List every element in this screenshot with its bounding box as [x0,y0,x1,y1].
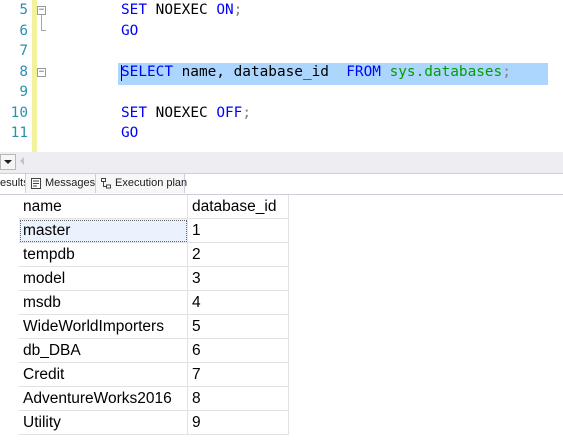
result-tabs: esults Messages Execution plan [0,174,563,195]
line-number: 6 [19,22,28,39]
line-number: 11 [10,125,28,141]
outline-guide [41,13,46,31]
grid-cell-database-id[interactable]: 8 [188,387,289,411]
grid-cell-database-id[interactable]: 6 [188,339,289,363]
grid-cell-database-id[interactable]: 5 [188,315,289,339]
table-row[interactable]: master 1 [19,219,294,243]
grid-cell-database-id[interactable]: 2 [188,243,289,267]
table-row[interactable]: Credit 7 [19,363,294,387]
query-editor[interactable]: 5 − SET NOEXEC ON; 6 GO 7 8 − SELECT nam… [0,0,563,152]
tab-messages[interactable]: Messages [26,174,96,193]
code-line-11[interactable]: 11 GO [0,123,563,144]
table-row[interactable]: model 3 [19,267,294,291]
table-row[interactable]: db_DBA 6 [19,339,294,363]
tab-results[interactable]: esults [0,174,26,193]
code-line-10[interactable]: 10 SET NOEXEC OFF; [0,103,563,124]
grid-header-row: name database_id [19,195,294,219]
messages-icon [31,178,41,189]
grid-cell-name[interactable]: WideWorldImporters [19,315,188,339]
grid-cell-database-id[interactable]: 7 [188,363,289,387]
grid-cell-database-id[interactable]: 1 [188,219,289,243]
code-line-5[interactable]: 5 − SET NOEXEC ON; [0,0,563,21]
table-row[interactable]: msdb 4 [19,291,294,315]
code-line-7[interactable]: 7 [0,41,563,62]
arrow-left-icon[interactable] [20,157,24,165]
results-grid[interactable]: name database_id master 1 tempdb 2 model… [0,195,563,444]
tab-execution-plan[interactable]: Execution plan [96,174,188,193]
editor-status-strip [0,152,563,174]
line-number: 8 [19,63,28,80]
line-number: 7 [19,43,28,59]
grid-cell-name[interactable]: Utility [19,411,188,435]
column-header-database-id[interactable]: database_id [188,195,289,219]
code-text: SET NOEXEC ON; [121,2,243,18]
row-header-gutter [0,195,19,444]
line-number: 10 [10,104,28,121]
grid-cell-database-id[interactable]: 4 [188,291,289,315]
table-row[interactable]: Utility 9 [19,411,294,435]
tab-execution-plan-label: Execution plan [115,177,188,189]
code-text: GO [121,125,139,141]
table-row[interactable]: AdventureWorks2016 8 [19,387,294,411]
code-text: SET NOEXEC OFF; [121,104,251,121]
code-line-6[interactable]: 6 GO [0,13,563,42]
tab-messages-label: Messages [45,177,96,189]
code-line-8[interactable]: 8 − SELECT name, database_id FROM sys.da… [0,62,563,85]
tab-results-label: esults [0,177,26,189]
code-line-9[interactable]: 9 [0,82,563,103]
code-text: GO [121,22,139,39]
grid-cell-name[interactable]: AdventureWorks2016 [19,387,188,411]
code-text: SELECT name, database_id FROM sys.databa… [121,63,511,80]
grid-cell-name[interactable]: db_DBA [19,339,188,363]
zoom-dropdown[interactable] [0,154,16,170]
grid-cell-name[interactable]: model [19,267,188,291]
grid-cell-name[interactable]: msdb [19,291,188,315]
line-number: 5 [19,2,28,18]
grid-cell-name[interactable]: Credit [19,363,188,387]
chevron-down-icon [4,160,12,164]
grid-cell-database-id[interactable]: 9 [188,411,289,435]
column-header-name[interactable]: name [19,195,188,219]
grid-cell-name[interactable]: master [19,219,188,243]
minus-box-icon[interactable]: − [37,67,46,77]
table-row[interactable]: WideWorldImporters 5 [19,315,294,339]
execution-plan-icon [101,178,111,189]
table-row[interactable]: tempdb 2 [19,243,294,267]
text-caret [121,64,122,81]
line-number: 9 [19,84,28,100]
grid-cell-database-id[interactable]: 3 [188,267,289,291]
grid-cell-name[interactable]: tempdb [19,243,188,267]
